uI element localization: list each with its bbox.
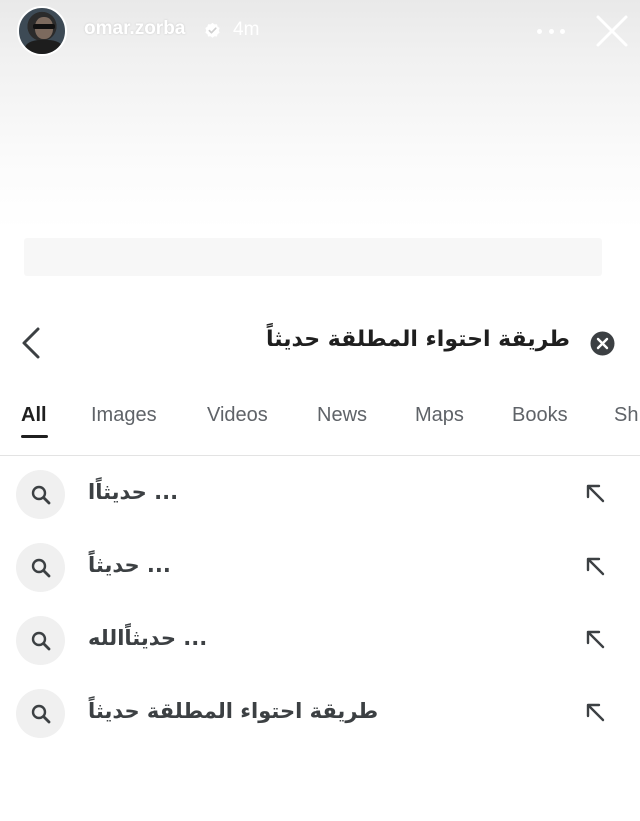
tab-maps[interactable]: Maps [415, 404, 464, 427]
suggestion-list: ... حديثاًا ... حديثاًَ ... حديثاًالله ط… [0, 456, 640, 748]
story-username[interactable]: omar.zorba [84, 18, 185, 40]
tab-all[interactable]: All [21, 404, 47, 427]
fill-query-arrow-icon[interactable] [584, 701, 608, 725]
suggestion-text: ... حديثاًا [88, 480, 179, 504]
more-options-icon[interactable] [537, 21, 565, 41]
avatar[interactable] [17, 6, 67, 56]
fill-query-arrow-icon[interactable] [584, 482, 608, 506]
back-arrow-icon[interactable] [18, 324, 46, 362]
story-header: omar.zorba 4m [0, 0, 640, 64]
close-icon[interactable] [595, 14, 629, 48]
suggestion-item[interactable]: ... حديثاًا [0, 456, 640, 529]
suggestion-text: ... حديثاًَ [88, 553, 171, 577]
search-tabs: All Images Videos News Maps Books Sh [0, 392, 640, 456]
search-icon [16, 543, 65, 592]
story-placeholder-bar [24, 238, 602, 276]
suggestion-text: ... حديثاًالله [88, 626, 208, 650]
avatar-shirt [25, 40, 63, 54]
tab-shopping[interactable]: Sh [614, 404, 638, 427]
search-icon [16, 470, 65, 519]
tab-videos[interactable]: Videos [207, 404, 268, 427]
tab-books[interactable]: Books [512, 404, 568, 427]
active-tab-indicator [21, 435, 48, 438]
tab-images[interactable]: Images [91, 404, 157, 427]
story-time-ago: 4m [233, 19, 260, 40]
clear-search-icon[interactable] [590, 331, 615, 356]
search-icon [16, 689, 65, 738]
suggestion-item[interactable]: ... حديثاًالله [0, 602, 640, 675]
tab-news[interactable]: News [317, 404, 367, 427]
search-bar: طريقة احتواء المطلقة حديثاً [0, 315, 640, 371]
search-query-input[interactable]: طريقة احتواء المطلقة حديثاً [266, 327, 570, 352]
fill-query-arrow-icon[interactable] [584, 628, 608, 652]
suggestion-item[interactable]: ... حديثاًَ [0, 529, 640, 602]
suggestion-item[interactable]: طريقة احتواء المطلقة حديثاً [0, 675, 640, 748]
search-icon [16, 616, 65, 665]
avatar-glasses [33, 24, 55, 29]
suggestion-text: طريقة احتواء المطلقة حديثاً [88, 699, 379, 723]
fill-query-arrow-icon[interactable] [584, 555, 608, 579]
verified-badge-icon [205, 22, 220, 38]
